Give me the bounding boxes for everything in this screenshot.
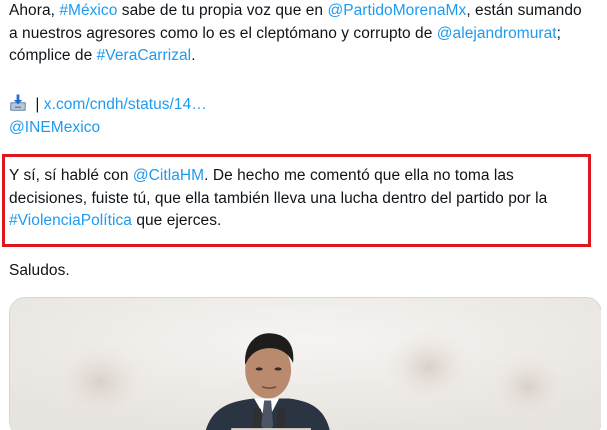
hashtag-veracarrizal[interactable]: #VeraCarrizal	[97, 47, 192, 64]
tweet-paragraph-1: Ahora, #México sabe de tu propia voz que…	[9, 0, 589, 68]
tweet-paragraph-4: Saludos.	[9, 262, 70, 279]
inbox-tray-icon	[9, 94, 27, 112]
scrollbar[interactable]	[601, 0, 607, 430]
hashtag-mexico[interactable]: #México	[59, 2, 117, 19]
tweet-text: .	[191, 47, 196, 64]
tweet-link-url[interactable]: x.com/cndh/status/14…	[44, 96, 207, 113]
tweet-text: Ahora,	[9, 2, 60, 19]
mention-partidomorenamx[interactable]: @PartidoMorenaMx	[327, 2, 466, 19]
red-highlight-box	[2, 154, 591, 247]
video-thumbnail[interactable]	[9, 297, 602, 430]
tweet-paragraph-2: | x.com/cndh/status/14… @INEMexico	[9, 94, 589, 139]
mention-inemexico[interactable]: @INEMexico	[9, 119, 100, 136]
tweet-text: sabe de tu propia voz que en	[117, 2, 328, 19]
separator: |	[31, 96, 44, 113]
video-frame-image	[10, 298, 601, 430]
mention-alejandromurat[interactable]: @alejandromurat	[437, 25, 557, 42]
